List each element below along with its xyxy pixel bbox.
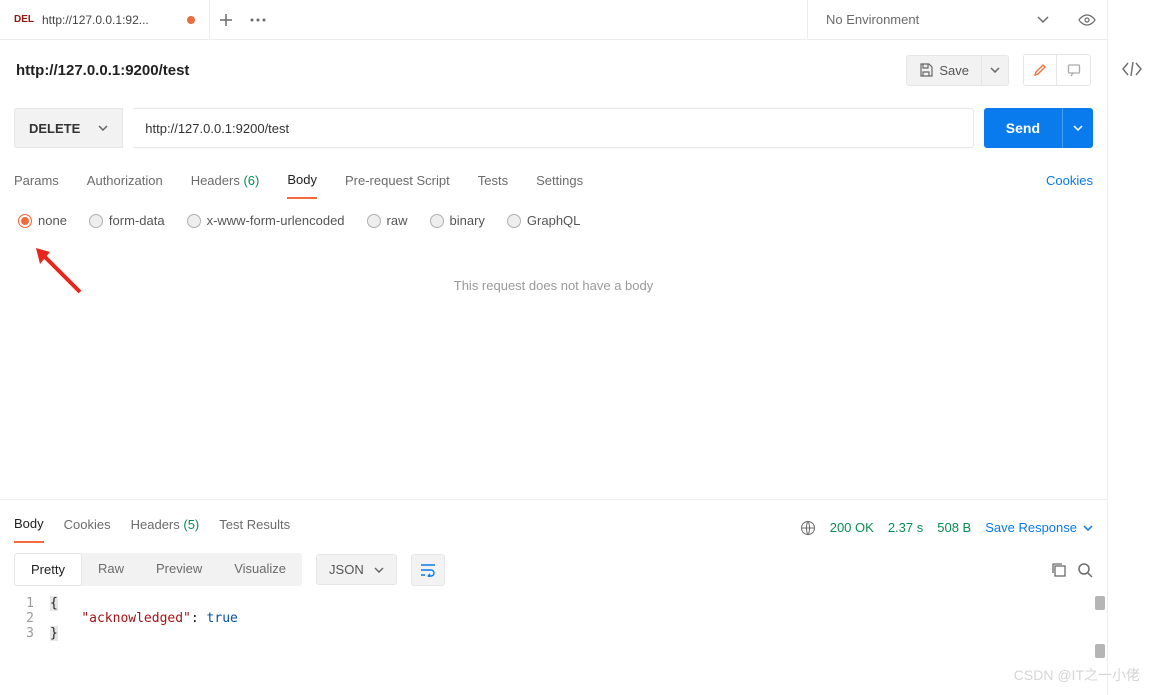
pencil-icon	[1033, 63, 1047, 77]
status-code: 200 OK	[830, 520, 874, 535]
body-type-none[interactable]: none	[18, 213, 67, 228]
radio-icon	[367, 214, 381, 228]
radio-selected-icon	[18, 214, 32, 228]
code-line: 1{	[10, 596, 1097, 611]
body-type-raw[interactable]: raw	[367, 213, 408, 228]
chevron-down-icon	[1037, 16, 1049, 24]
tab-authorization[interactable]: Authorization	[87, 167, 163, 198]
tab-method-label: DEL	[14, 14, 34, 25]
code-line: 3}	[10, 626, 1097, 641]
request-tabs: Params Authorization Headers (6) Body Pr…	[0, 156, 1107, 199]
view-visualize[interactable]: Visualize	[218, 553, 302, 586]
scrollbar-thumb[interactable]	[1095, 596, 1105, 610]
tab-body[interactable]: Body	[287, 166, 317, 199]
resp-time: 2.37 s	[888, 520, 923, 535]
copy-icon[interactable]	[1051, 562, 1067, 578]
url-input[interactable]	[133, 108, 973, 148]
chevron-down-icon	[98, 125, 108, 131]
tab-more-button[interactable]	[242, 0, 274, 39]
chevron-down-icon	[1073, 125, 1083, 131]
wrap-icon	[420, 563, 436, 577]
code-panel-icon[interactable]	[1122, 62, 1142, 76]
edit-button[interactable]	[1023, 54, 1057, 86]
body-type-xwww[interactable]: x-www-form-urlencoded	[187, 213, 345, 228]
view-raw[interactable]: Raw	[82, 553, 140, 586]
format-select[interactable]: JSON	[316, 554, 397, 585]
scrollbar-thumb[interactable]	[1095, 644, 1105, 658]
resp-tab-headers[interactable]: Headers (5)	[131, 513, 200, 542]
watermark: CSDN @IT之一小佬	[1014, 665, 1140, 685]
resp-size: 508 B	[937, 520, 971, 535]
wrap-lines-button[interactable]	[411, 554, 445, 586]
cookies-link[interactable]: Cookies	[1046, 167, 1093, 198]
request-title-bar: http://127.0.0.1:9200/test Save	[0, 40, 1107, 100]
request-title: http://127.0.0.1:9200/test	[16, 62, 189, 79]
save-dropdown-button[interactable]	[982, 55, 1009, 86]
chevron-down-icon	[990, 67, 1000, 73]
code-line: 2 "acknowledged": true	[10, 611, 1097, 626]
new-tab-button[interactable]	[210, 0, 242, 39]
tab-title: http://127.0.0.1:92...	[42, 13, 179, 27]
search-icon[interactable]	[1077, 562, 1093, 578]
environment-name: No Environment	[826, 12, 1025, 27]
request-tab[interactable]: DEL http://127.0.0.1:92...	[0, 0, 210, 39]
radio-icon	[430, 214, 444, 228]
send-dropdown-button[interactable]	[1062, 108, 1093, 148]
tab-prerequest[interactable]: Pre-request Script	[345, 167, 450, 198]
format-row: Pretty Raw Preview Visualize JSON	[0, 543, 1107, 596]
save-button[interactable]: Save	[906, 55, 982, 86]
tab-headers[interactable]: Headers (6)	[191, 167, 260, 198]
tab-params[interactable]: Params	[14, 167, 59, 198]
response-tabs: Body Cookies Headers (5) Test Results 20…	[0, 500, 1107, 543]
request-row: DELETE Send	[0, 100, 1107, 156]
view-mode-segmented: Pretty Raw Preview Visualize	[14, 553, 302, 586]
body-empty-message: This request does not have a body	[0, 242, 1107, 329]
tab-settings[interactable]: Settings	[536, 167, 583, 198]
radio-icon	[89, 214, 103, 228]
env-preview-button[interactable]	[1067, 0, 1107, 39]
view-pretty[interactable]: Pretty	[14, 553, 82, 586]
radio-icon	[507, 214, 521, 228]
comment-button[interactable]	[1057, 54, 1091, 86]
method-select[interactable]: DELETE	[14, 108, 123, 148]
chevron-down-icon	[374, 567, 384, 573]
save-response-button[interactable]: Save Response	[985, 520, 1093, 535]
resp-tab-cookies[interactable]: Cookies	[64, 513, 111, 542]
resp-tab-tests[interactable]: Test Results	[219, 513, 290, 542]
save-icon	[919, 63, 933, 77]
body-type-formdata[interactable]: form-data	[89, 213, 165, 228]
body-type-graphql[interactable]: GraphQL	[507, 213, 580, 228]
view-preview[interactable]: Preview	[140, 553, 218, 586]
top-tab-bar: DEL http://127.0.0.1:92... No Environmen…	[0, 0, 1107, 40]
comment-icon	[1067, 63, 1081, 77]
response-body-code[interactable]: 1{ 2 "acknowledged": true 3}	[0, 596, 1107, 641]
method-label: DELETE	[29, 121, 80, 136]
radio-icon	[187, 214, 201, 228]
chevron-down-icon	[1083, 525, 1093, 531]
globe-icon[interactable]	[800, 520, 816, 536]
resp-tab-body[interactable]: Body	[14, 512, 44, 543]
tab-tests[interactable]: Tests	[478, 167, 508, 198]
environment-selector[interactable]: No Environment	[807, 0, 1067, 39]
send-button[interactable]: Send	[984, 108, 1062, 148]
unsaved-dot-icon	[187, 16, 195, 24]
body-type-binary[interactable]: binary	[430, 213, 485, 228]
body-type-radios: none form-data x-www-form-urlencoded raw…	[0, 199, 1107, 242]
